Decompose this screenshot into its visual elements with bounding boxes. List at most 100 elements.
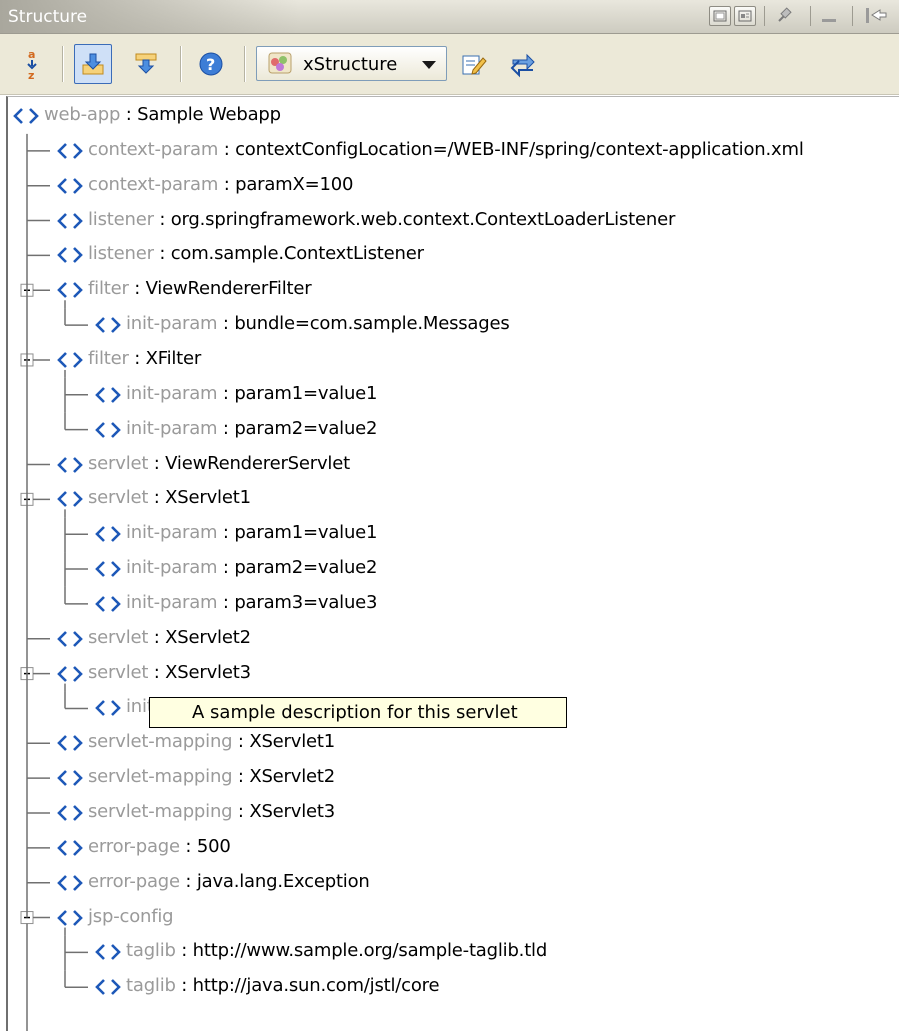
tree-node[interactable]: servlet-mapping : XServlet3 xyxy=(8,796,899,830)
svg-text:z: z xyxy=(28,69,34,81)
panel-title: Structure xyxy=(8,7,88,27)
element-separator: : xyxy=(217,313,235,335)
element-tag: servlet-mapping xyxy=(88,766,233,788)
sync-button[interactable] xyxy=(505,44,541,84)
tree-node[interactable]: servlet-mapping : XServlet1 xyxy=(8,726,899,760)
xml-element-icon xyxy=(12,106,40,126)
minimize-icon[interactable] xyxy=(818,5,840,27)
element-separator: : xyxy=(217,591,235,613)
help-button[interactable]: ? xyxy=(192,44,230,84)
tree-node[interactable]: listener : org.springframework.web.conte… xyxy=(8,204,899,238)
tree-node[interactable]: init-param : param3=value3 xyxy=(8,587,899,621)
tree-node[interactable]: filter : ViewRendererFilter xyxy=(8,273,899,307)
xml-element-icon xyxy=(56,176,84,196)
tree-node[interactable]: jsp-config xyxy=(8,901,899,935)
sort-alpha-icon: a z xyxy=(27,48,37,81)
element-separator: : xyxy=(148,487,166,509)
element-separator: : xyxy=(175,975,193,997)
xml-element-icon xyxy=(94,698,122,718)
element-tag: init-param xyxy=(126,522,218,544)
element-value: param2=value2 xyxy=(234,417,378,439)
element-value: param2=value2 xyxy=(234,557,378,579)
element-value: XServlet2 xyxy=(249,766,335,788)
pin-icon[interactable] xyxy=(773,5,795,27)
element-value: XServlet2 xyxy=(165,626,251,648)
element-value: java.lang.Exception xyxy=(196,870,370,892)
tree-node[interactable]: servlet-mapping : XServlet2 xyxy=(8,761,899,795)
xml-element-icon xyxy=(56,245,84,265)
tree-node-label: jsp-config xyxy=(88,906,174,927)
tree-node-label: init-param : bundle=com.sample.Messages xyxy=(126,313,510,334)
restore-icon[interactable] xyxy=(709,6,731,26)
element-separator: : xyxy=(175,940,193,962)
dock-icon[interactable] xyxy=(863,5,889,27)
tree-node-label: error-page : java.lang.Exception xyxy=(88,871,370,892)
xml-element-icon xyxy=(56,733,84,753)
structure-toolbar: a z ? xStructure xyxy=(0,34,899,95)
element-separator: : xyxy=(148,452,166,474)
structure-type-label: xStructure xyxy=(303,54,398,75)
tree-node[interactable]: taglib : http://www.sample.org/sample-ta… xyxy=(8,935,899,969)
tree-node[interactable]: taglib : http://java.sun.com/jstl/core xyxy=(8,970,899,1004)
expand-down-icon xyxy=(82,53,104,75)
structure-tree[interactable]: web-app : Sample Webapp context-param : c… xyxy=(6,96,899,1031)
element-tag: servlet-mapping xyxy=(88,731,233,753)
element-tag: servlet-mapping xyxy=(88,801,233,822)
titlebar-separator xyxy=(764,6,765,26)
tree-node[interactable]: context-param : contextConfigLocation=/W… xyxy=(8,134,899,168)
tree-node[interactable]: error-page : 500 xyxy=(8,831,899,865)
tree-node-label: servlet-mapping : XServlet2 xyxy=(88,766,335,787)
element-tag: init-param xyxy=(126,417,218,439)
tree-node[interactable]: error-page : java.lang.Exception xyxy=(8,866,899,900)
tree-node[interactable]: servlet : XServlet3 xyxy=(8,657,899,691)
tree-node[interactable]: init-param : bundle=com.sample.Messages xyxy=(8,308,899,342)
edit-button[interactable] xyxy=(455,44,491,84)
dropdown-arrow-icon[interactable] xyxy=(418,53,440,75)
structure-type-select[interactable]: xStructure xyxy=(256,46,447,81)
element-tag: init-param xyxy=(126,382,218,404)
xml-element-icon xyxy=(56,873,84,893)
svg-text:?: ? xyxy=(206,55,215,74)
element-separator: : xyxy=(232,801,250,822)
element-separator: : xyxy=(218,138,236,160)
tree-node[interactable]: init-param : param1=value1 xyxy=(8,517,899,551)
xml-element-icon xyxy=(56,838,84,858)
element-tag: taglib xyxy=(126,975,176,997)
titlebar-separator xyxy=(852,6,853,26)
element-separator: : xyxy=(232,766,250,788)
xml-element-icon xyxy=(56,141,84,161)
element-separator: : xyxy=(148,626,166,648)
tree-node[interactable]: init-param : param2=value2 xyxy=(8,413,899,447)
tree-node[interactable]: web-app : Sample Webapp xyxy=(8,99,899,133)
xml-element-icon xyxy=(56,629,84,649)
element-value: XServlet1 xyxy=(165,487,251,509)
collapse-down-button[interactable] xyxy=(127,44,165,84)
element-separator: : xyxy=(232,731,250,753)
tree-node[interactable]: servlet : XServlet2 xyxy=(8,622,899,656)
tree-node[interactable]: context-param : paramX=100 xyxy=(8,169,899,203)
xml-element-icon xyxy=(94,315,122,335)
tree-node-label: servlet-mapping : XServlet3 xyxy=(88,801,335,822)
tree-node[interactable]: init-param : param2=value2 xyxy=(8,552,899,586)
tree-node[interactable]: listener : com.sample.ContextListener xyxy=(8,238,899,272)
element-separator: : xyxy=(153,243,171,265)
tree-node[interactable]: servlet : XServlet1 xyxy=(8,482,899,516)
sort-alpha-button[interactable]: a z xyxy=(20,44,46,84)
element-tag: filter xyxy=(88,278,129,300)
maximize-panel-icon[interactable] xyxy=(734,6,756,26)
expand-down-button[interactable] xyxy=(74,44,112,84)
element-tag: context-param xyxy=(88,173,219,195)
tree-node[interactable]: init-param : param1=value1 xyxy=(8,378,899,412)
element-separator: : xyxy=(179,870,197,892)
tree-node-label: filter : ViewRendererFilter xyxy=(88,278,312,300)
element-tag: filter xyxy=(88,347,129,369)
tree-node[interactable]: filter : XFilter xyxy=(8,343,899,377)
tree-node-label: init-param : param2=value2 xyxy=(126,557,377,578)
xml-element-icon xyxy=(56,803,84,823)
element-value: ViewRendererServlet xyxy=(165,452,350,474)
element-value: XServlet1 xyxy=(249,731,335,753)
element-value: param1=value1 xyxy=(234,382,378,404)
element-separator: : xyxy=(128,347,146,369)
tree-node[interactable]: servlet : ViewRendererServlet xyxy=(8,448,899,482)
tree-node-label: init-param : param1=value1 xyxy=(126,522,377,543)
